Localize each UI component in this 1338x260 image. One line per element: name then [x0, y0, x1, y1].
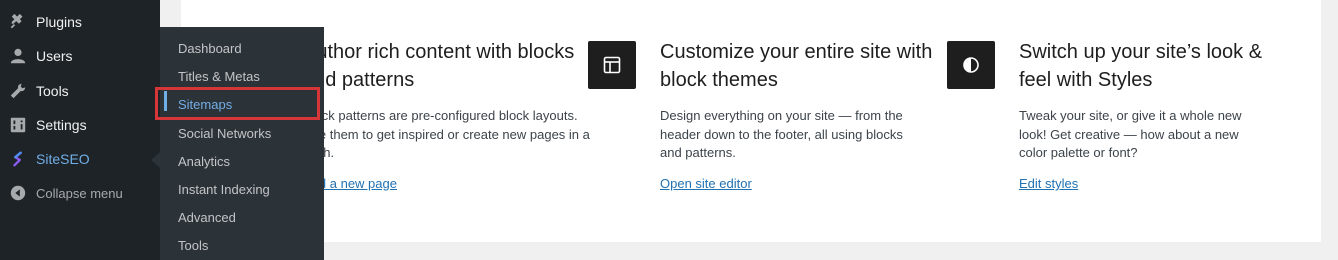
sidebar-item-label: Plugins	[36, 14, 82, 30]
submenu-item-tools[interactable]: Tools	[178, 235, 208, 257]
sidebar-item-siteseo[interactable]: SiteSEO	[0, 142, 160, 176]
card-block-themes-description: Design everything on your site — from th…	[660, 108, 903, 160]
users-icon	[0, 47, 36, 65]
sidebar-item-tools[interactable]: Tools	[0, 74, 160, 108]
submenu-item-social-networks[interactable]: Social Networks	[178, 123, 271, 145]
current-menu-arrow	[151, 152, 160, 168]
tools-icon	[0, 82, 36, 100]
submenu-item-advanced[interactable]: Advanced	[178, 207, 236, 229]
submenu-item-sitemaps[interactable]: Sitemaps	[178, 94, 232, 116]
card-styles-title: Switch up your site’s look & feel with S…	[1019, 41, 1263, 91]
active-indicator	[164, 91, 167, 111]
siteseo-icon	[0, 150, 36, 168]
sidebar-item-plugins[interactable]: Plugins	[0, 5, 160, 39]
sidebar-item-label: Tools	[36, 83, 69, 99]
plugins-icon	[0, 13, 36, 31]
settings-icon	[0, 116, 36, 134]
open-site-editor-link[interactable]: Open site editor	[660, 176, 752, 191]
sidebar-item-settings[interactable]: Settings	[0, 108, 160, 142]
collapse-menu-button[interactable]: Collapse menu	[0, 176, 160, 210]
sidebar-item-label: SiteSEO	[36, 151, 90, 167]
card-block-themes-title: Customize your entire site with block th…	[660, 41, 933, 91]
card-patterns-title: Author rich content with blocks and patt…	[303, 41, 575, 91]
card-patterns-description: Block patterns are pre-configured block …	[303, 108, 590, 160]
sidebar-item-users[interactable]: Users	[0, 39, 160, 73]
contrast-icon	[947, 41, 995, 89]
submenu-item-titles-metas[interactable]: Titles & Metas	[178, 66, 260, 88]
collapse-menu-label: Collapse menu	[36, 185, 123, 201]
admin-sidebar: Plugins Users Tools Settings SiteSEO Col…	[0, 0, 160, 260]
card-styles-description: Tweak your site, or give it a whole new …	[1019, 108, 1242, 160]
submenu-item-dashboard[interactable]: Dashboard	[178, 38, 242, 60]
layout-icon	[588, 41, 636, 89]
collapse-icon	[0, 184, 36, 202]
sidebar-item-label: Settings	[36, 117, 87, 133]
edit-styles-link[interactable]: Edit styles	[1019, 176, 1078, 191]
sidebar-item-label: Users	[36, 48, 73, 64]
siteseo-submenu: Dashboard Titles & Metas Sitemaps Social…	[160, 27, 324, 260]
submenu-item-analytics[interactable]: Analytics	[178, 151, 230, 173]
submenu-item-instant-indexing[interactable]: Instant Indexing	[178, 179, 270, 201]
welcome-panel: Author rich content with blocks and patt…	[181, 0, 1321, 242]
